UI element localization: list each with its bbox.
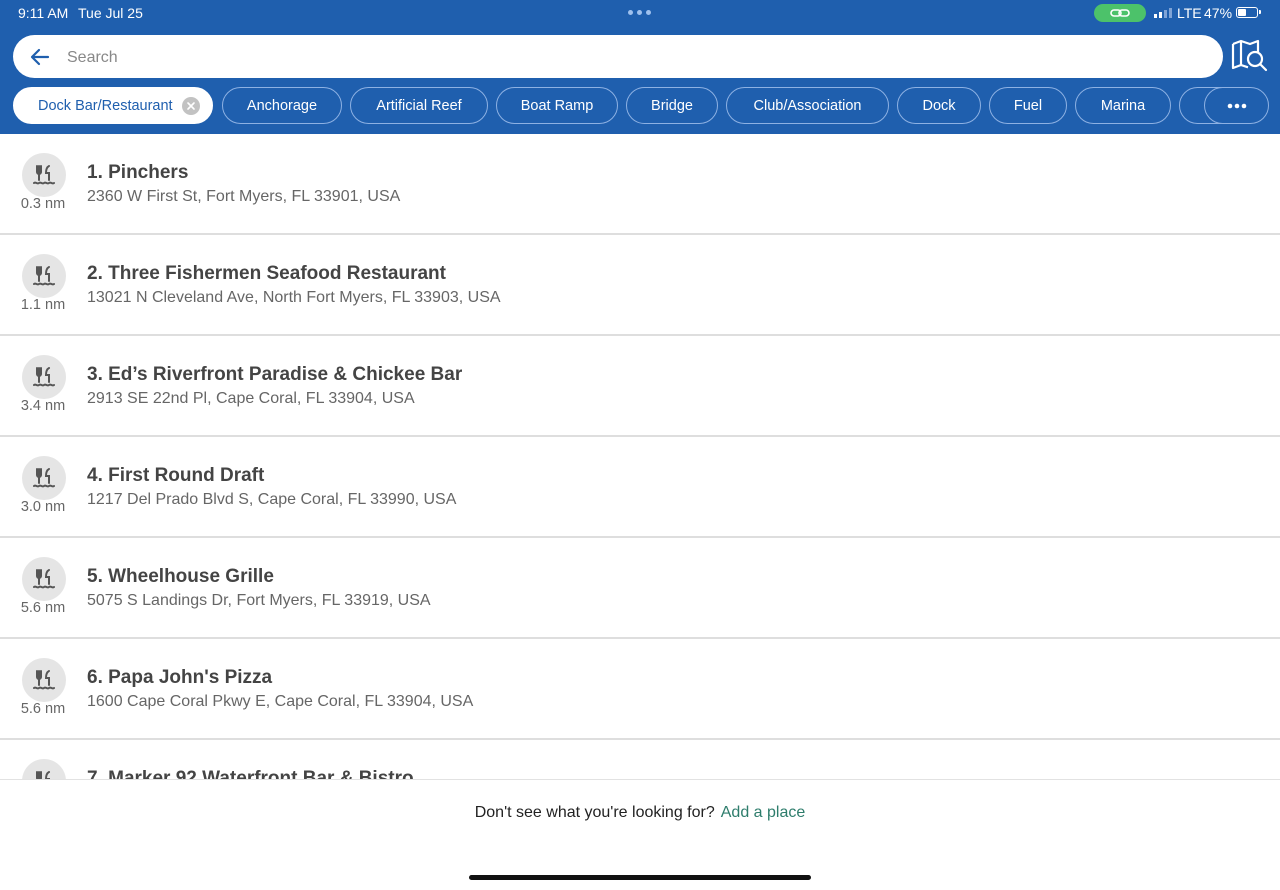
restaurant-icon [22,759,66,779]
result-address: 13021 N Cleveland Ave, North Fort Myers,… [87,289,501,306]
result-name: 7. Marker 92 Waterfront Bar & Bistro [87,768,414,779]
result-distance: 0.3 nm [20,196,66,212]
result-row[interactable]: 7. Marker 92 Waterfront Bar & Bistro [0,740,1280,779]
result-row[interactable]: 5.6 nm 5. Wheelhouse Grille 5075 S Landi… [0,538,1280,639]
map-search-icon[interactable] [1230,38,1268,74]
battery-percent: 47% [1204,5,1233,21]
status-bar: 9:11 AM Tue Jul 25 LTE 47% [0,0,1280,26]
restaurant-icon [22,153,66,197]
restaurant-icon [22,456,66,500]
result-address: 1217 Del Prado Blvd S, Cape Coral, FL 33… [87,491,457,508]
network-type: LTE [1177,5,1202,21]
result-name: 4. First Round Draft [87,465,265,486]
restaurant-icon [22,254,66,298]
filter-chip-boat-ramp[interactable]: Boat Ramp [496,87,618,124]
footer: Don't see what you're looking for? Add a … [0,779,1280,890]
restaurant-icon [22,355,66,399]
filter-chip-bridge[interactable]: Bridge [626,87,718,124]
filter-chip-fuel[interactable]: Fuel [989,87,1067,124]
results-list[interactable]: 0.3 nm 1. Pinchers 2360 W First St, Fort… [0,134,1280,779]
more-horizontal-icon[interactable] [1204,87,1269,124]
add-place-prompt: Don't see what you're looking for? Add a … [0,804,1280,822]
filter-chip-marina[interactable]: Marina [1075,87,1171,124]
result-distance: 3.4 nm [20,398,66,414]
status-date: Tue Jul 25 [78,5,143,21]
cellular-signal-icon [1154,8,1172,18]
home-indicator[interactable] [469,875,811,880]
back-arrow-icon[interactable] [29,46,51,68]
result-address: 5075 S Landings Dr, Fort Myers, FL 33919… [87,592,431,609]
filter-chip-artificial-reef[interactable]: Artificial Reef [350,87,488,124]
result-name: 2. Three Fishermen Seafood Restaurant [87,263,446,284]
result-distance: 5.6 nm [20,701,66,717]
result-row[interactable]: 3.0 nm 4. First Round Draft 1217 Del Pra… [0,437,1280,538]
restaurant-icon [22,658,66,702]
header: Dock Bar/Restaurant Anchorage Artificial… [0,26,1280,134]
result-distance: 1.1 nm [20,297,66,313]
result-name: 3. Ed’s Riverfront Paradise & Chickee Ba… [87,364,463,385]
status-time: 9:11 AM [18,5,69,21]
multitasking-dots-icon[interactable] [628,10,651,15]
clear-filter-icon[interactable] [182,97,200,115]
add-place-text: Don't see what you're looking for? [474,804,715,821]
filter-chip-anchorage[interactable]: Anchorage [222,87,342,124]
result-name: 6. Papa John's Pizza [87,667,273,688]
result-address: 1600 Cape Coral Pkwy E, Cape Coral, FL 3… [87,693,474,710]
result-address: 2360 W First St, Fort Myers, FL 33901, U… [87,188,401,205]
result-distance: 5.6 nm [20,600,66,616]
add-place-link[interactable]: Add a place [721,804,806,821]
category-filter-bar: Dock Bar/Restaurant Anchorage Artificial… [0,87,1280,127]
restaurant-icon [22,557,66,601]
result-row[interactable]: 3.4 nm 3. Ed’s Riverfront Paradise & Chi… [0,336,1280,437]
result-row[interactable]: 0.3 nm 1. Pinchers 2360 W First St, Fort… [0,134,1280,235]
search-input[interactable] [65,35,1209,80]
filter-chip-dock[interactable]: Dock [897,87,981,124]
search-bar [13,35,1223,80]
result-distance: 3.0 nm [20,499,66,515]
connection-link-icon [1094,4,1146,22]
filter-chip-active[interactable]: Dock Bar/Restaurant [13,87,213,124]
result-row[interactable]: 5.6 nm 6. Papa John's Pizza 1600 Cape Co… [0,639,1280,740]
filter-chip-club-association[interactable]: Club/Association [726,87,889,124]
result-name: 1. Pinchers [87,162,189,183]
battery-icon [1236,7,1261,18]
result-row[interactable]: 1.1 nm 2. Three Fishermen Seafood Restau… [0,235,1280,336]
filter-chip-label: Dock Bar/Restaurant [38,97,173,114]
result-name: 5. Wheelhouse Grille [87,566,274,587]
result-address: 2913 SE 22nd Pl, Cape Coral, FL 33904, U… [87,390,415,407]
